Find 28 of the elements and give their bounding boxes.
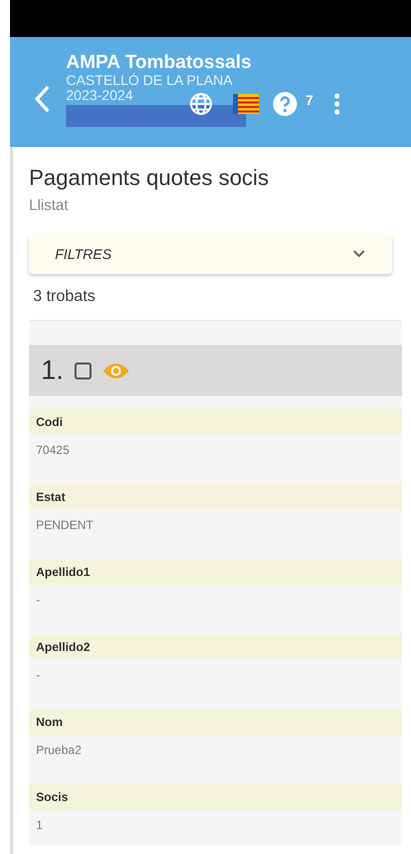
field-label: Nom [29,709,402,735]
school-year: 2023-2024 [66,88,134,103]
filters-panel[interactable]: FILTRES [29,234,392,274]
globe-icon[interactable] [189,92,214,116]
record-number: 1. [41,355,64,386]
page-subtitle: Llistat [29,197,70,214]
field-label: Socis [29,784,402,810]
field-value: Prueba2 [35,742,82,759]
field-label: Codi [29,409,402,435]
field-value: PENDENT [35,517,94,534]
more-menu-icon[interactable] [333,92,342,116]
back-icon [34,86,50,112]
app-subtitle: CASTELLÓ DE LA PLANA [66,73,234,88]
field-value: - [35,592,41,609]
field-label: Apellido1 [29,559,402,585]
field-value: 70425 [35,442,70,459]
app-title: AMPA Tombatossals [66,52,252,73]
help-icon [273,92,298,116]
page-title: Pagaments quotes socis [29,165,270,191]
field-label: Estat [29,484,402,510]
field-label: Apellido2 [29,634,402,660]
checkbox[interactable] [74,362,92,380]
field-value: - [35,667,41,684]
back-button[interactable] [34,86,50,115]
eye-icon[interactable] [102,362,130,380]
flag-icon[interactable] [233,94,260,114]
chevron-icon [352,249,366,259]
field-value: 1 [35,817,44,834]
